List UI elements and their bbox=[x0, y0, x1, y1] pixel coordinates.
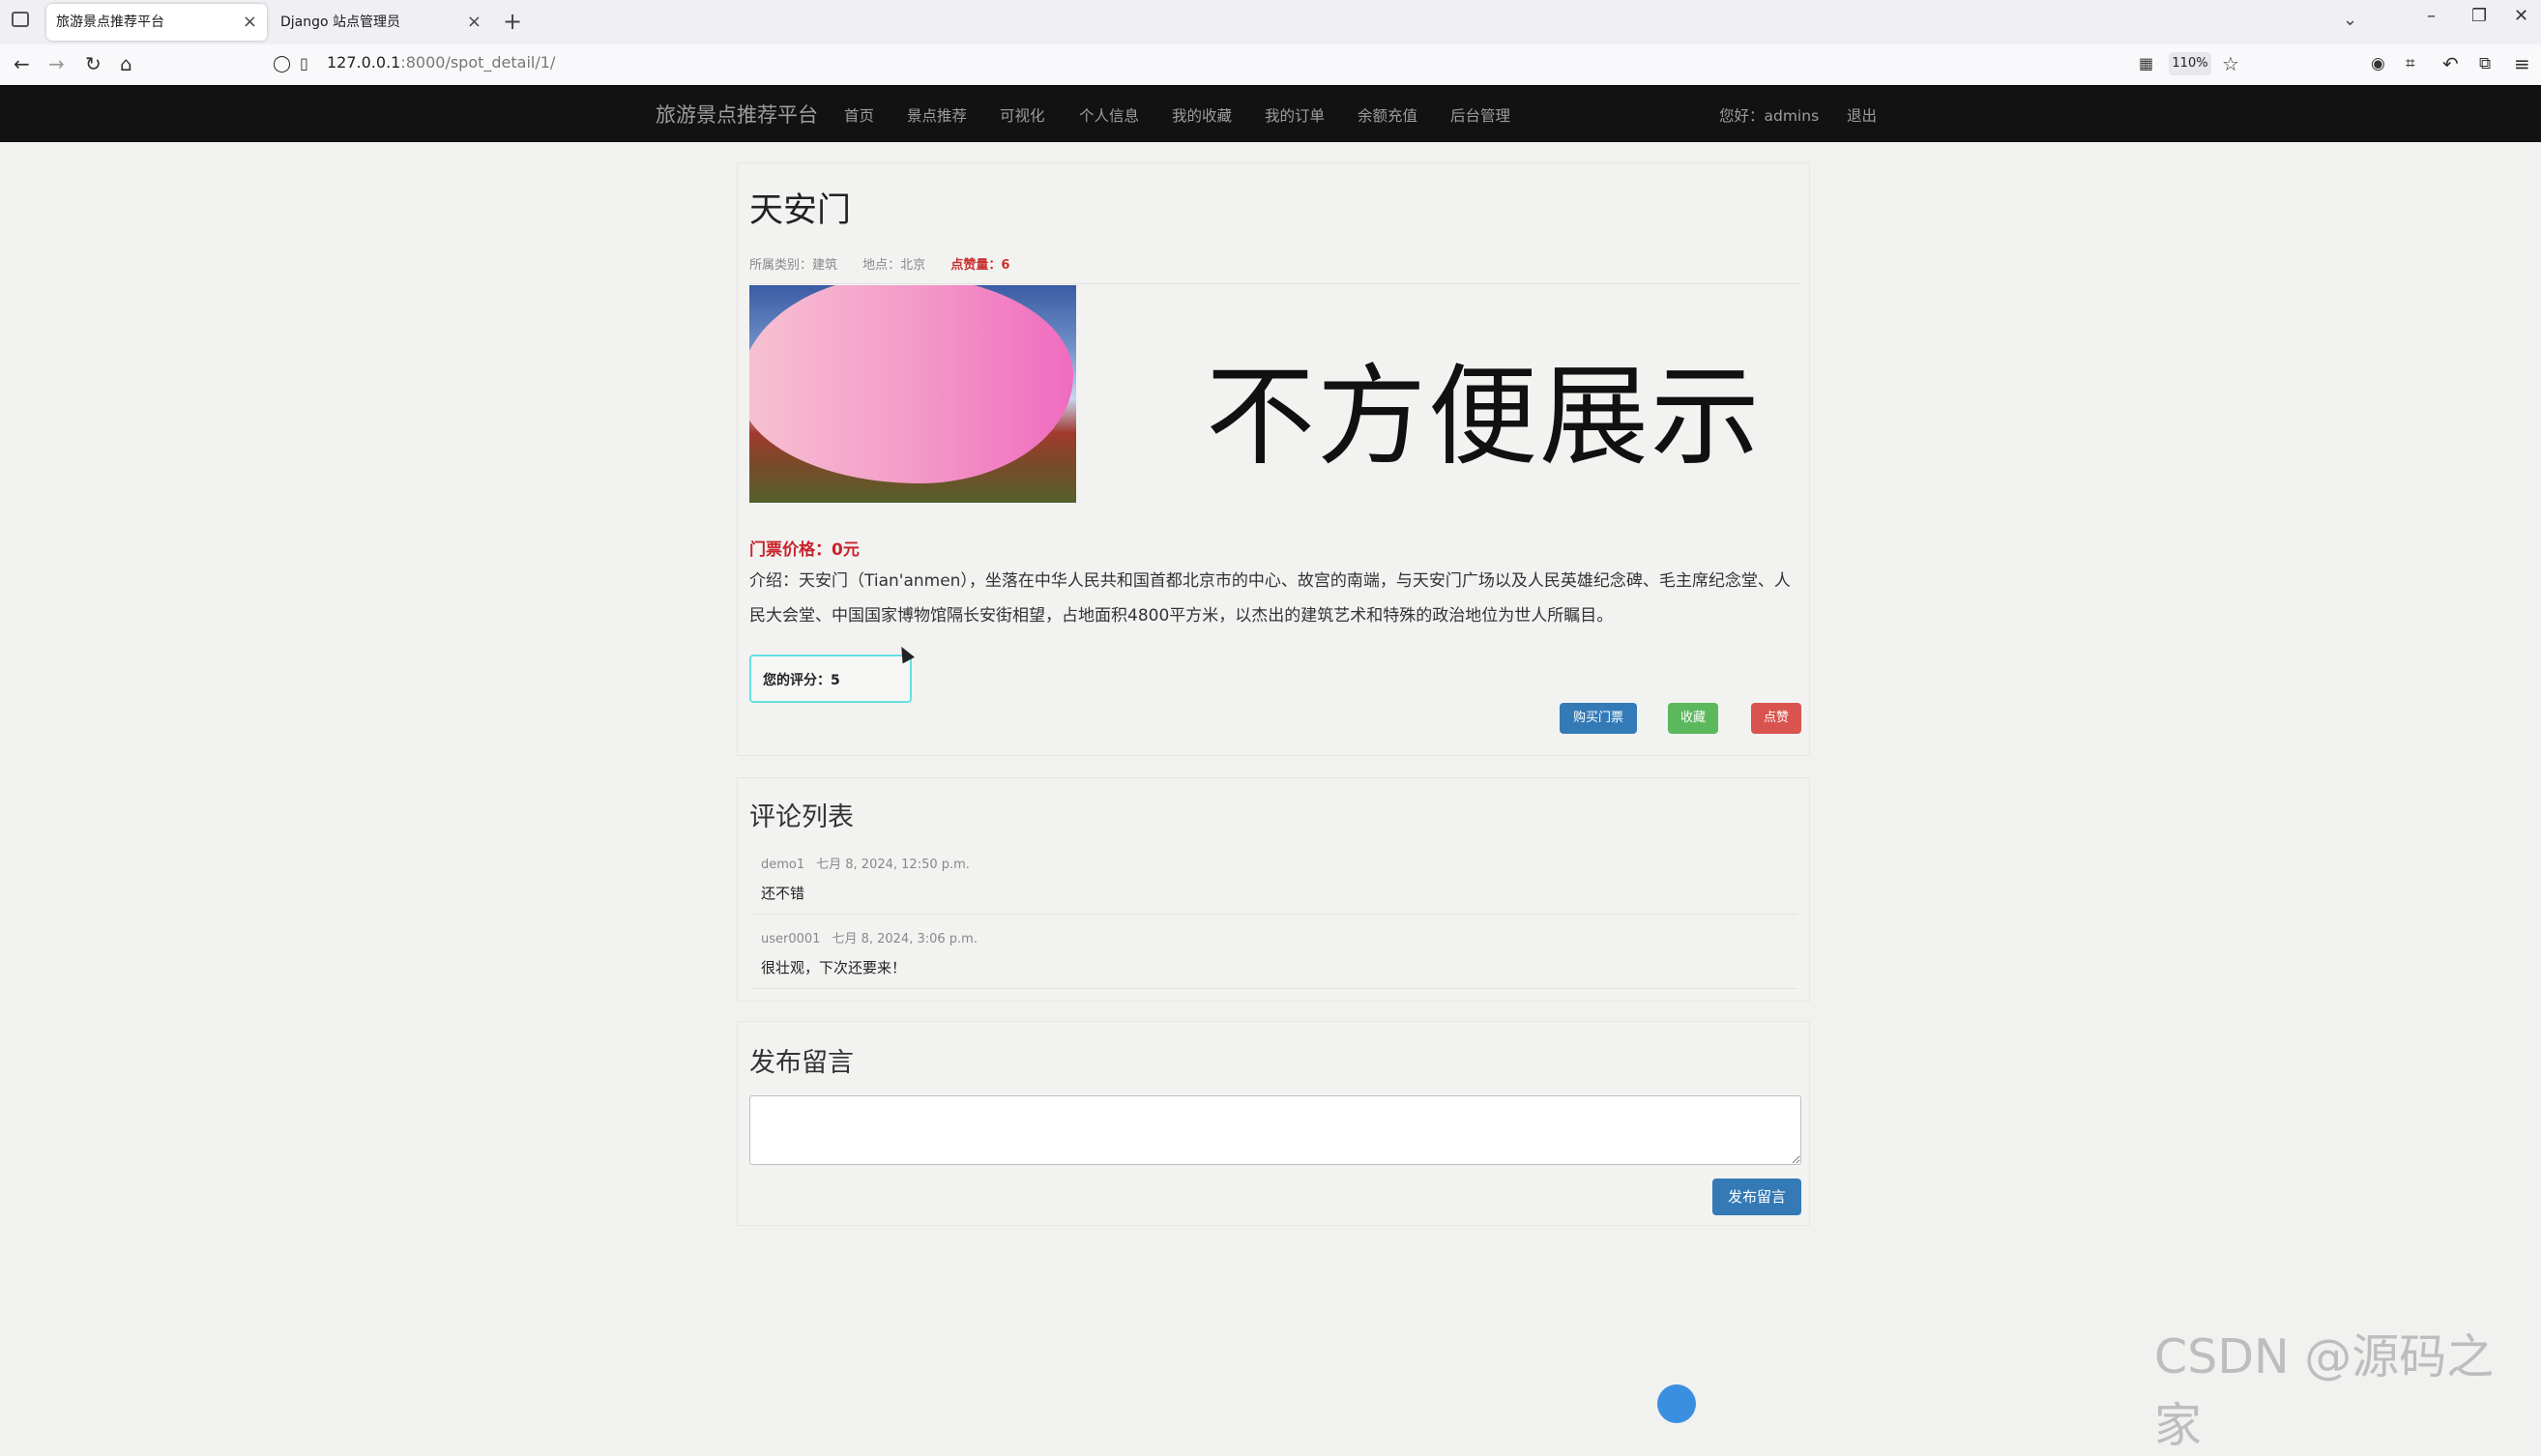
tab-overview-icon[interactable] bbox=[12, 12, 29, 27]
comment-time: 七月 8, 2024, 3:06 p.m. bbox=[832, 932, 978, 946]
comment-text: 还不错 bbox=[761, 885, 805, 902]
crop-icon[interactable]: ⌗ bbox=[2406, 54, 2415, 73]
shield-icon[interactable]: ◯ bbox=[273, 54, 291, 73]
url-path: :8000/spot_detail/1/ bbox=[400, 53, 556, 72]
spot-likes: 点赞量：6 bbox=[950, 258, 1010, 273]
undo-icon[interactable]: ↶ bbox=[2442, 52, 2459, 75]
minimize-icon[interactable]: – bbox=[2427, 6, 2436, 26]
watermark: CSDN @源码之家 bbox=[2154, 1329, 2495, 1453]
comment-textarea[interactable] bbox=[749, 1095, 1801, 1165]
censor-blob bbox=[749, 285, 1073, 483]
browser-tab-bar: 旅游景点推荐平台 × Django 站点管理员 × + ⌄ – ❐ ✕ bbox=[0, 0, 2541, 45]
page-icon: ▯ bbox=[300, 54, 308, 73]
site-brand[interactable]: 旅游景点推荐平台 bbox=[656, 100, 818, 129]
home-icon[interactable]: ⌂ bbox=[120, 52, 132, 75]
browser-toolbar: ← → ↻ ⌂ ◯ ▯ 127.0.0.1:8000/spot_detail/1… bbox=[0, 44, 2541, 86]
back-icon[interactable]: ← bbox=[14, 52, 30, 75]
close-icon[interactable]: × bbox=[243, 4, 257, 41]
spot-location: 地点：北京 bbox=[862, 258, 926, 273]
forward-icon[interactable]: → bbox=[48, 52, 65, 75]
user-greeting: 您好：admins bbox=[1719, 107, 1820, 125]
nav-link-profile[interactable]: 个人信息 bbox=[1079, 104, 1139, 126]
comment-text: 很壮观，下次还要来！ bbox=[761, 959, 907, 976]
extensions-icon[interactable]: ⧉ bbox=[2479, 54, 2491, 73]
restore-icon[interactable]: ❐ bbox=[2471, 6, 2487, 26]
new-tab-icon[interactable]: + bbox=[503, 8, 522, 35]
post-comment-panel: 发布留言 发布留言 bbox=[737, 1021, 1810, 1226]
comment-meta: demo1 七月 8, 2024, 12:50 p.m. bbox=[761, 854, 970, 872]
tab-django-admin[interactable]: Django 站点管理员 × bbox=[271, 4, 491, 41]
close-window-icon[interactable]: ✕ bbox=[2514, 6, 2528, 26]
nav-link-recharge[interactable]: 余额充值 bbox=[1358, 104, 1417, 126]
divider bbox=[749, 283, 1799, 284]
nav-link-orders[interactable]: 我的订单 bbox=[1265, 104, 1325, 126]
nav-link-admin[interactable]: 后台管理 bbox=[1450, 104, 1510, 126]
nav-link-home[interactable]: 首页 bbox=[844, 104, 874, 126]
divider bbox=[751, 914, 1797, 915]
nav-link-favorites[interactable]: 我的收藏 bbox=[1172, 104, 1232, 126]
divider bbox=[751, 988, 1797, 989]
floating-button[interactable] bbox=[1657, 1384, 1696, 1423]
comment-meta: user0001 七月 8, 2024, 3:06 p.m. bbox=[761, 928, 978, 946]
like-button[interactable]: 点赞 bbox=[1751, 703, 1801, 734]
menu-icon[interactable]: ≡ bbox=[2514, 52, 2530, 75]
rating-field[interactable]: 您的评分：5 bbox=[749, 655, 912, 703]
page-title: 天安门 bbox=[749, 191, 852, 230]
section-title: 发布留言 bbox=[749, 1048, 854, 1078]
image-caption: 不方便展示 bbox=[1206, 353, 1762, 480]
spot-detail-panel: 天安门 所属类别：建筑 地点：北京 点赞量：6 不方便展示 门票价格：0元 介绍… bbox=[737, 162, 1810, 756]
site-navbar: 旅游景点推荐平台 首页 景点推荐 可视化 个人信息 我的收藏 我的订单 余额充值… bbox=[0, 85, 2541, 142]
star-icon[interactable]: ☆ bbox=[2222, 52, 2239, 75]
url-host: 127.0.0.1 bbox=[327, 53, 401, 72]
nav-link-visualize[interactable]: 可视化 bbox=[1000, 104, 1045, 126]
comment-user: user0001 bbox=[761, 932, 821, 946]
favorite-button[interactable]: 收藏 bbox=[1668, 703, 1718, 734]
chevron-down-icon[interactable]: ⌄ bbox=[2343, 10, 2357, 30]
section-title: 评论列表 bbox=[749, 802, 854, 832]
rating-value: 您的评分：5 bbox=[763, 673, 840, 688]
url-bar[interactable]: 127.0.0.1:8000/spot_detail/1/ bbox=[327, 53, 555, 72]
ticket-price: 门票价格：0元 bbox=[749, 540, 860, 560]
buy-ticket-button[interactable]: 购买门票 bbox=[1560, 703, 1637, 734]
comments-panel: 评论列表 demo1 七月 8, 2024, 12:50 p.m. 还不错 use… bbox=[737, 777, 1810, 1002]
tab-title: Django 站点管理员 bbox=[280, 15, 401, 30]
post-comment-button[interactable]: 发布留言 bbox=[1712, 1179, 1801, 1215]
reload-icon[interactable]: ↻ bbox=[85, 52, 102, 75]
nav-link-recommend[interactable]: 景点推荐 bbox=[907, 104, 967, 126]
spot-intro: 介绍：天安门（Tian'anmen），坐落在中华人民共和国首都北京市的中心、故宫… bbox=[749, 571, 1791, 626]
comment-user: demo1 bbox=[761, 858, 805, 872]
account-icon[interactable]: ◉ bbox=[2371, 54, 2385, 73]
spot-image bbox=[749, 285, 1076, 503]
spot-meta: 所属类别：建筑 地点：北京 点赞量：6 bbox=[749, 254, 1031, 273]
spot-category: 所属类别：建筑 bbox=[749, 258, 838, 273]
tab-tourism[interactable]: 旅游景点推荐平台 × bbox=[46, 4, 267, 41]
close-icon[interactable]: × bbox=[467, 4, 482, 41]
tab-title: 旅游景点推荐平台 bbox=[56, 15, 164, 30]
comment-time: 七月 8, 2024, 12:50 p.m. bbox=[816, 858, 970, 872]
zoom-level[interactable]: 110% bbox=[2169, 52, 2211, 75]
logout-link[interactable]: 退出 bbox=[1847, 104, 1877, 126]
qr-code-icon[interactable]: ▦ bbox=[2139, 54, 2153, 73]
